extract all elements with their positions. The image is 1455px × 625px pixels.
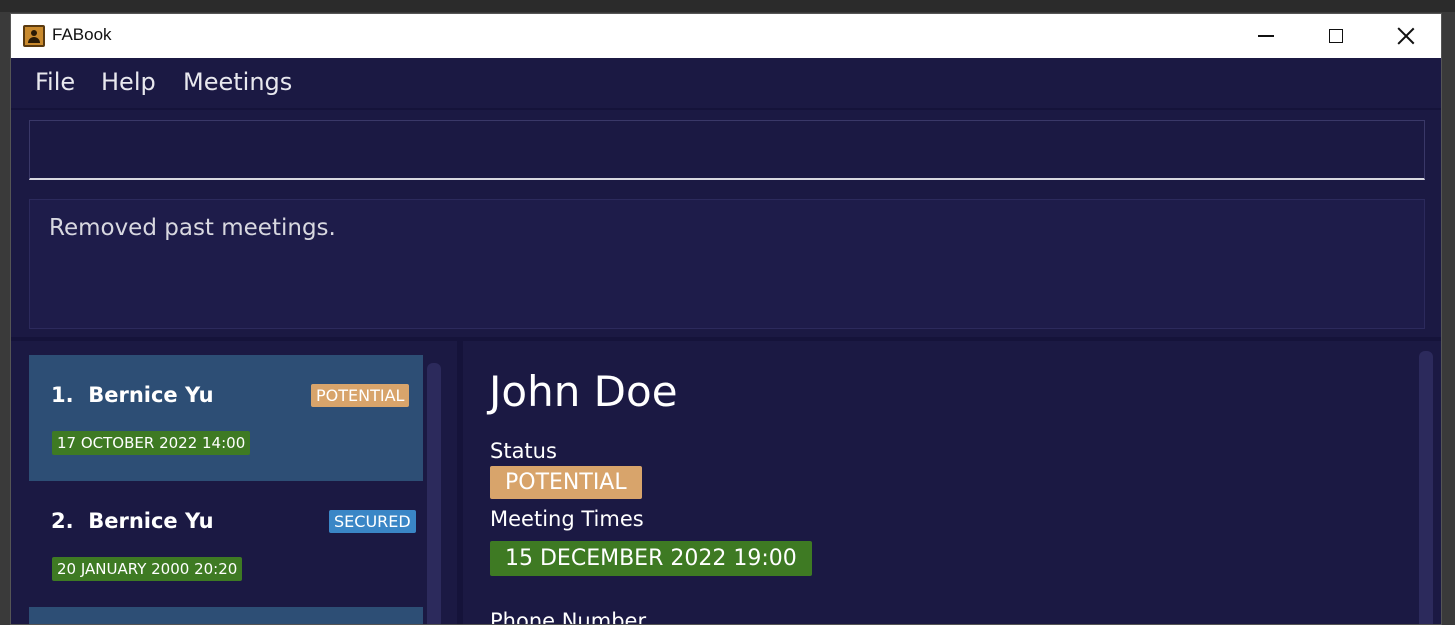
menu-help[interactable]: Help xyxy=(101,68,156,96)
maximize-icon xyxy=(1329,29,1343,43)
person-card-name: 1. Bernice Yu xyxy=(51,383,214,407)
detail-meeting-badge: 15 DECEMBER 2022 19:00 xyxy=(490,541,812,576)
title-bar[interactable]: FABook xyxy=(11,14,1441,58)
person-card-name-text: Bernice Yu xyxy=(88,383,214,407)
address-book-icon xyxy=(23,25,45,47)
detail-status-badge: POTENTIAL xyxy=(490,466,642,499)
minimize-button[interactable] xyxy=(1231,14,1301,58)
close-button[interactable] xyxy=(1371,14,1441,58)
person-card-index: 2. xyxy=(51,509,74,533)
menu-meetings[interactable]: Meetings xyxy=(183,68,292,96)
person-card-name: 2. Bernice Yu xyxy=(51,509,214,533)
menu-file[interactable]: File xyxy=(35,68,75,96)
list-scrollbar[interactable] xyxy=(427,363,441,624)
close-icon xyxy=(1397,27,1415,45)
result-message: Removed past meetings. xyxy=(49,215,336,241)
detail-scrollbar[interactable] xyxy=(1419,351,1433,624)
detail-person-name: John Doe xyxy=(489,367,678,416)
person-card[interactable] xyxy=(29,607,423,624)
phone-number-label: Phone Number xyxy=(490,609,647,625)
maximize-button[interactable] xyxy=(1301,14,1371,58)
command-input[interactable] xyxy=(29,120,1425,180)
person-list-panel: 1. Bernice Yu POTENTIAL 17 OCTOBER 2022 … xyxy=(11,341,457,624)
person-card[interactable]: 2. Bernice Yu SECURED 20 JANUARY 2000 20… xyxy=(29,481,423,607)
minimize-icon xyxy=(1258,35,1274,37)
person-card[interactable]: 1. Bernice Yu POTENTIAL 17 OCTOBER 2022 … xyxy=(29,355,423,481)
person-card-name-text: Bernice Yu xyxy=(88,509,214,533)
person-card-index: 1. xyxy=(51,383,74,407)
person-detail-panel: John Doe Status POTENTIAL Meeting Times … xyxy=(463,341,1441,625)
meeting-time-badge: 17 OCTOBER 2022 14:00 xyxy=(52,431,251,455)
command-box-area xyxy=(11,112,1441,192)
app-window: FABook File Help Meetings Removed past m… xyxy=(10,13,1442,625)
desktop-background xyxy=(0,0,1455,12)
menu-bar: File Help Meetings xyxy=(11,58,1441,110)
result-display: Removed past meetings. xyxy=(29,199,1425,329)
meeting-times-label: Meeting Times xyxy=(490,507,644,531)
meeting-time-badge: 20 JANUARY 2000 20:20 xyxy=(52,557,243,581)
status-badge: POTENTIAL xyxy=(311,384,410,407)
window-title: FABook xyxy=(52,25,112,44)
status-badge: SECURED xyxy=(329,510,416,533)
status-label: Status xyxy=(490,439,557,463)
